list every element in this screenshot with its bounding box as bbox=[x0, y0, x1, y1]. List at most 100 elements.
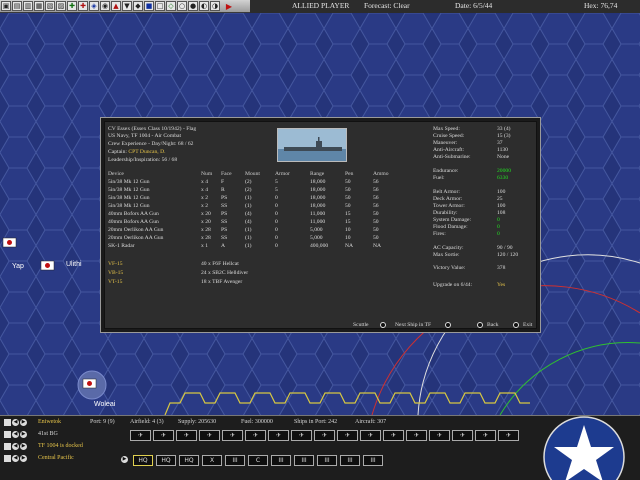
air-group-name[interactable]: VB-15 bbox=[108, 270, 123, 277]
stat-label: Maneuver: bbox=[433, 140, 458, 146]
aircraft-slot-icon[interactable]: ✈ bbox=[130, 430, 151, 441]
ac-capacity-value: 90 / 90 bbox=[497, 245, 513, 251]
play-turn-icon[interactable]: ▶ bbox=[224, 2, 234, 11]
menu-square-icon[interactable] bbox=[4, 455, 11, 462]
toolbar-icon-18[interactable]: ◐ bbox=[199, 1, 209, 11]
land-unit-slot[interactable]: III bbox=[294, 455, 314, 466]
next-icon[interactable]: ▶ bbox=[20, 443, 27, 450]
air-unit-link[interactable]: 41st BG bbox=[38, 431, 58, 438]
prev-icon[interactable]: ◀ bbox=[12, 419, 19, 426]
land-unit-slot[interactable]: HQ bbox=[133, 455, 153, 466]
land-unit-slot[interactable]: C bbox=[248, 455, 268, 466]
land-unit-slot[interactable]: HQ bbox=[156, 455, 176, 466]
toolbar-icon-3[interactable]: ▦ bbox=[34, 1, 44, 11]
aircraft-slot-icon[interactable]: ✈ bbox=[153, 430, 174, 441]
stat-label: Belt Armor: bbox=[433, 189, 460, 195]
air-group-name[interactable]: VT-15 bbox=[108, 279, 122, 286]
task-force-link[interactable]: TF 1004 is docked bbox=[38, 443, 83, 450]
aircraft-slot-icon[interactable]: ✈ bbox=[337, 430, 358, 441]
weapon-cell: 0 bbox=[275, 219, 278, 225]
land-unit-slot[interactable]: HQ bbox=[179, 455, 199, 466]
toolbar-icon-1[interactable]: ▤ bbox=[12, 1, 22, 11]
prev-icon[interactable]: ◀ bbox=[12, 431, 19, 438]
col-pen: Pen bbox=[345, 171, 354, 177]
weapon-device[interactable]: 20mm Oerlikon AA Gun bbox=[108, 235, 163, 242]
base-name-link[interactable]: Eniwetok bbox=[38, 419, 61, 426]
land-unit-slot[interactable]: III bbox=[271, 455, 291, 466]
toolbar-icon-11[interactable]: ▼ bbox=[122, 1, 132, 11]
toolbar-icon-16[interactable]: ○ bbox=[177, 1, 187, 11]
weapon-cell: (1) bbox=[245, 235, 252, 241]
weapon-device[interactable]: SK-1 Radar bbox=[108, 243, 135, 250]
next-ship-label: Next Ship in TF bbox=[395, 322, 432, 328]
next-icon[interactable]: ▶ bbox=[20, 455, 27, 462]
aircraft-slot-icon[interactable]: ✈ bbox=[268, 430, 289, 441]
captain-label: Captain: bbox=[108, 149, 129, 155]
weapon-cell: 10 bbox=[345, 235, 351, 241]
weapon-device[interactable]: 5in/38 Mk 12 Gun bbox=[108, 187, 150, 194]
menu-square-icon[interactable] bbox=[4, 443, 11, 450]
flag-dot bbox=[45, 263, 50, 268]
weapon-device[interactable]: 40mm Bofors AA Gun bbox=[108, 211, 159, 218]
land-unit-slot[interactable]: X bbox=[202, 455, 222, 466]
aircraft-slot-icon[interactable]: ✈ bbox=[383, 430, 404, 441]
aircraft-slot-icon[interactable]: ✈ bbox=[498, 430, 519, 441]
toolbar-icon-9[interactable]: ◉ bbox=[100, 1, 110, 11]
scuttle-label: Scuttle bbox=[353, 322, 369, 328]
land-unit-slot[interactable]: III bbox=[225, 455, 245, 466]
max-sortie-label: Max Sortie: bbox=[433, 252, 460, 258]
toolbar-icon-15[interactable]: ◇ bbox=[166, 1, 176, 11]
captain-name[interactable]: CPT Duncan, D. bbox=[128, 149, 165, 155]
air-group-name[interactable]: VF-15 bbox=[108, 261, 123, 268]
prev-icon[interactable]: ◀ bbox=[12, 455, 19, 462]
land-unit-slot[interactable]: III bbox=[317, 455, 337, 466]
aircraft-slot-icon[interactable]: ✈ bbox=[222, 430, 243, 441]
toolbar-icon-12[interactable]: ◆ bbox=[133, 1, 143, 11]
airfield-size: Airfield: 4 (3) bbox=[130, 419, 164, 425]
weapon-device[interactable]: 5in/38 Mk 12 Gun bbox=[108, 179, 150, 186]
weapon-cell: 56 bbox=[373, 195, 379, 201]
aircraft-slot-icon[interactable]: ✈ bbox=[245, 430, 266, 441]
weapon-device[interactable]: 40mm Bofors AA Gun bbox=[108, 219, 159, 226]
command-link[interactable]: Central Pacific bbox=[38, 455, 74, 462]
weapon-cell: PS bbox=[221, 211, 228, 217]
next-icon[interactable]: ▶ bbox=[20, 431, 27, 438]
flag-dot bbox=[7, 240, 12, 245]
toolbar-icon-10[interactable]: ▲ bbox=[111, 1, 121, 11]
ship-name: CV Essex (Essex Class 10/1942) - Flag bbox=[108, 126, 197, 132]
toolbar-icon-19[interactable]: ◑ bbox=[210, 1, 220, 11]
aircraft-slot-icon[interactable]: ✈ bbox=[429, 430, 450, 441]
aircraft-slot-icon[interactable]: ✈ bbox=[452, 430, 473, 441]
aircraft-slot-icon[interactable]: ✈ bbox=[176, 430, 197, 441]
expand-arrow-icon[interactable]: ▶ bbox=[121, 456, 128, 463]
weapon-cell: PS bbox=[221, 195, 228, 201]
land-unit-slot[interactable]: III bbox=[363, 455, 383, 466]
next-icon[interactable]: ▶ bbox=[20, 419, 27, 426]
toolbar-icon-0[interactable]: ▣ bbox=[1, 1, 11, 11]
toolbar-icon-7[interactable]: ✚ bbox=[78, 1, 88, 11]
menu-square-icon[interactable] bbox=[4, 431, 11, 438]
toolbar-icon-5[interactable]: ▨ bbox=[56, 1, 66, 11]
aircraft-slot-icon[interactable]: ✈ bbox=[475, 430, 496, 441]
toolbar-icon-17[interactable]: ● bbox=[188, 1, 198, 11]
prev-icon[interactable]: ◀ bbox=[12, 443, 19, 450]
aircraft-slot-icon[interactable]: ✈ bbox=[406, 430, 427, 441]
weapon-device[interactable]: 20mm Oerlikon AA Gun bbox=[108, 227, 163, 234]
aircraft-slot-icon[interactable]: ✈ bbox=[314, 430, 335, 441]
toolbar-icon-4[interactable]: ▧ bbox=[45, 1, 55, 11]
aircraft-slot-icon[interactable]: ✈ bbox=[291, 430, 312, 441]
weapon-cell: 50 bbox=[373, 211, 379, 217]
aircraft-slot-icon[interactable]: ✈ bbox=[360, 430, 381, 441]
toolbar-icon-14[interactable]: □ bbox=[155, 1, 165, 11]
weapon-device[interactable]: 5in/38 Mk 12 Gun bbox=[108, 203, 150, 210]
toolbar-icon-13[interactable]: ■ bbox=[144, 1, 154, 11]
upgrade-value[interactable]: Yes bbox=[497, 282, 505, 289]
toolbar-icon-2[interactable]: ▥ bbox=[23, 1, 33, 11]
menu-square-icon[interactable] bbox=[4, 419, 11, 426]
aircraft-slot-icon[interactable]: ✈ bbox=[199, 430, 220, 441]
island bbox=[316, 141, 322, 147]
weapon-device[interactable]: 5in/38 Mk 12 Gun bbox=[108, 195, 150, 202]
land-unit-slot[interactable]: III bbox=[340, 455, 360, 466]
toolbar-icon-6[interactable]: ✚ bbox=[67, 1, 77, 11]
toolbar-icon-8[interactable]: ◈ bbox=[89, 1, 99, 11]
